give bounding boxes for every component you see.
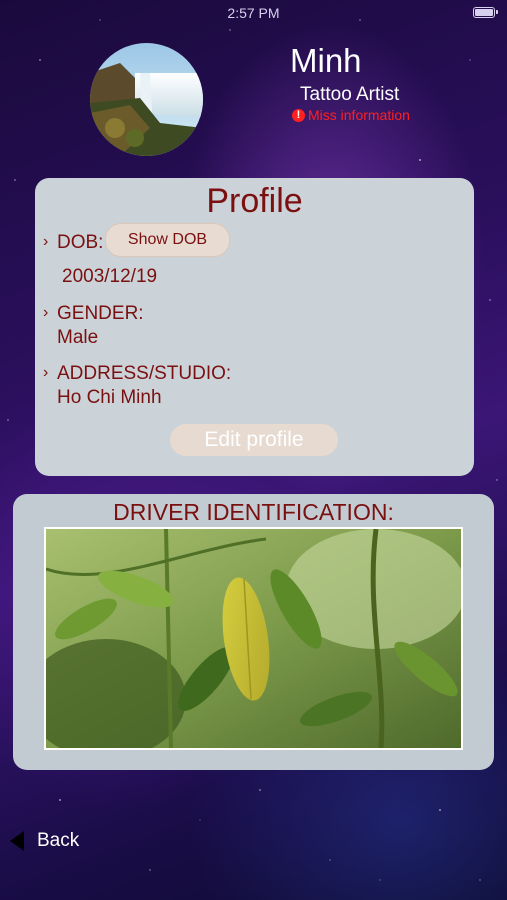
show-dob-button[interactable]: Show DOB [105,223,230,257]
missing-info-text: Miss information [308,107,410,123]
user-role: Tattoo Artist [300,84,400,105]
address-value: Ho Chi Minh [57,387,162,408]
edit-profile-button[interactable]: Edit profile [170,424,338,456]
back-button[interactable]: Back [10,830,79,852]
user-name: Minh [290,42,362,79]
profile-card: Profile › DOB: Show DOB 2003/12/19 › GEN… [35,178,474,476]
status-time: 2:57 PM [227,5,280,21]
driver-id-card: DRIVER IDENTIFICATION: [13,494,494,770]
back-arrow-icon [10,831,24,851]
gender-label: GENDER: [57,303,144,324]
dob-value: 2003/12/19 [62,266,158,287]
back-label: Back [37,830,80,851]
dob-chevron-icon: › [43,233,49,250]
driver-id-photo[interactable] [44,527,463,750]
address-label: ADDRESS/STUDIO: [57,363,232,384]
dob-label: DOB: [57,232,104,253]
battery-icon [473,7,498,18]
profile-title: Profile [206,182,303,220]
driver-id-title: DRIVER IDENTIFICATION: [113,499,394,525]
avatar[interactable] [90,43,203,156]
gender-value: Male [57,327,99,348]
missing-info-warning[interactable]: ! Miss information [292,107,410,123]
alert-icon: ! [292,108,305,122]
gender-chevron-icon: › [43,304,49,321]
status-bar: 2:57 PM [0,0,507,26]
address-chevron-icon: › [43,364,49,381]
